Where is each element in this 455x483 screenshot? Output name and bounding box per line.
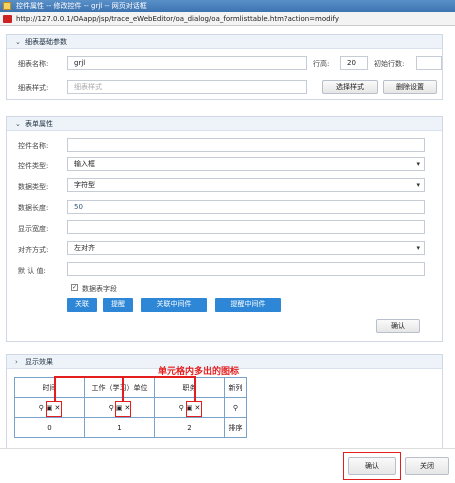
form-props-header[interactable]: ⌄ 表单属性 — [7, 117, 442, 131]
ctrl-type-select[interactable]: 输入框 — [67, 157, 425, 171]
row-height-input[interactable]: 20 — [340, 56, 368, 70]
table-style-input[interactable]: 细表样式 — [67, 80, 307, 94]
remind-middleware-button[interactable]: 提醒中间件 — [215, 298, 281, 312]
window-title: 控件属性 -- 修改控件 -- grjl -- 网页对话框 — [16, 2, 147, 10]
annotation-box — [46, 401, 62, 417]
table-row: 0 1 2 排序 — [14, 417, 247, 438]
header-cell-new: 新列 — [224, 377, 247, 398]
ctrl-name-label: 控件名称: — [18, 142, 49, 150]
data-type-select[interactable]: 字符型 — [67, 178, 425, 192]
annotation-line — [54, 376, 56, 401]
default-value-input[interactable] — [67, 262, 425, 276]
chevron-down-icon: ⌄ — [15, 38, 21, 46]
remind-button[interactable]: 提醒 — [103, 298, 133, 312]
table-name-label: 细表名称: — [18, 60, 49, 68]
close-button[interactable]: 关闭 — [405, 457, 449, 475]
address-bar: http://127.0.0.1/OAapp/jsp/trace_eWebEdi… — [0, 12, 455, 26]
annotation-line — [54, 376, 195, 378]
init-rows-input[interactable] — [416, 56, 442, 70]
tree-icon[interactable]: ⚲ — [233, 404, 238, 412]
section-title: 表单属性 — [25, 120, 53, 128]
ctrl-name-input[interactable] — [67, 138, 425, 152]
link-middleware-button[interactable]: 关联中间件 — [141, 298, 207, 312]
icon-cell: ⚲ — [224, 397, 247, 418]
table-field-label: 数据表字段 — [82, 285, 117, 293]
annotation-line — [122, 376, 124, 401]
annotation-box — [343, 452, 401, 480]
table-field-checkbox[interactable]: ✓ — [71, 284, 78, 291]
row-height-label: 行高: — [313, 60, 330, 68]
link-button[interactable]: 关联 — [67, 298, 97, 312]
section-title: 细表基础参数 — [25, 38, 67, 46]
data-length-label: 数据长度: — [18, 204, 49, 212]
default-value-label: 默 认 值: — [18, 267, 46, 275]
app-icon — [3, 2, 11, 10]
select-style-button[interactable]: 选择样式 — [322, 80, 378, 94]
chevron-right-icon: › — [15, 358, 18, 366]
delete-setting-button[interactable]: 删除设置 — [383, 80, 437, 94]
tree-icon[interactable]: ⚲ — [179, 404, 184, 412]
align-label: 对齐方式: — [18, 246, 49, 254]
header-cell-position: 职务 — [154, 377, 225, 398]
data-length-input[interactable]: 50 — [67, 200, 425, 214]
table-style-label: 细表样式: — [18, 84, 49, 92]
sort-cell: 0 — [14, 417, 85, 438]
header-cell-unit: 工作（学习）单位 — [84, 377, 155, 398]
annotation-line — [194, 376, 196, 401]
sort-cell: 2 — [154, 417, 225, 438]
annotation-box — [186, 401, 202, 417]
page-icon — [3, 15, 12, 23]
table-row: 时间 工作（学习）单位 职务 新列 — [14, 377, 247, 398]
display-width-label: 显示宽度: — [18, 225, 49, 233]
data-type-label: 数据类型: — [18, 183, 49, 191]
window-titlebar: 控件属性 -- 修改控件 -- grjl -- 网页对话框 — [0, 0, 455, 12]
display-width-input[interactable] — [67, 220, 425, 234]
section-title: 显示效果 — [25, 358, 53, 366]
init-rows-label: 初始行数: — [374, 60, 405, 68]
sort-cell: 1 — [84, 417, 155, 438]
ctrl-type-label: 控件类型: — [18, 162, 49, 170]
chevron-down-icon: ⌄ — [15, 120, 21, 128]
tree-icon[interactable]: ⚲ — [39, 404, 44, 412]
sort-label: 排序 — [224, 417, 247, 438]
basic-params-header[interactable]: ⌄ 细表基础参数 — [7, 35, 442, 49]
table-name-input[interactable]: grjl — [67, 56, 307, 70]
annotation-box — [115, 401, 131, 417]
url-text: http://127.0.0.1/OAapp/jsp/trace_eWebEdi… — [16, 15, 340, 23]
header-cell-time: 时间 — [14, 377, 85, 398]
tree-icon[interactable]: ⚲ — [109, 404, 114, 412]
props-confirm-button[interactable]: 确认 — [376, 319, 420, 333]
align-select[interactable]: 左对齐 — [67, 241, 425, 255]
